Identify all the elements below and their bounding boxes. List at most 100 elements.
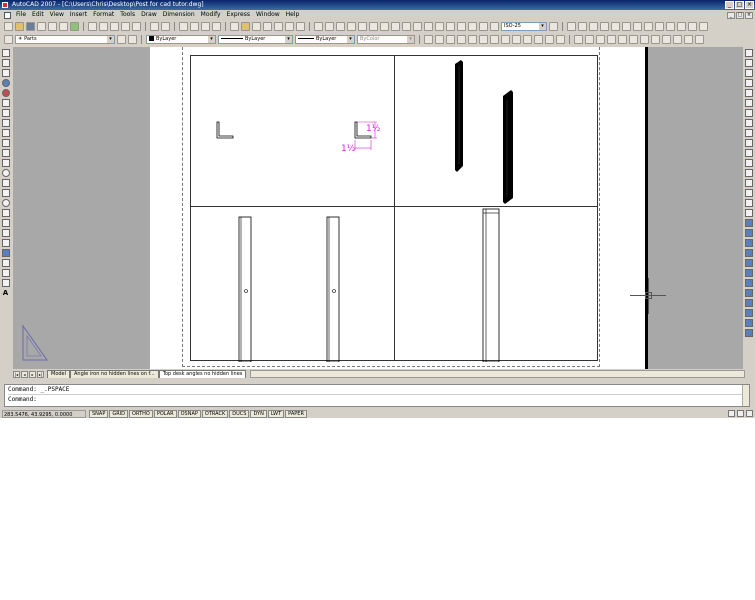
tolerance-icon[interactable] xyxy=(446,21,455,31)
sphere-icon[interactable] xyxy=(1,79,10,87)
grid-toggle[interactable]: GRID xyxy=(109,409,129,418)
previous-tab-icon[interactable]: ◂ xyxy=(21,371,28,378)
move-icon[interactable] xyxy=(745,99,753,107)
undo-icon[interactable] xyxy=(150,21,159,31)
revolve-icon[interactable] xyxy=(745,229,753,237)
free-orbit-icon[interactable] xyxy=(435,34,444,44)
nw-iso-view-icon[interactable] xyxy=(556,34,565,44)
render-icon[interactable] xyxy=(640,34,649,44)
right-view-icon[interactable] xyxy=(490,34,499,44)
3d-orbit-icon[interactable] xyxy=(424,34,433,44)
3d-wireframe-icon[interactable] xyxy=(585,34,594,44)
pan-icon[interactable] xyxy=(179,21,188,31)
walk-icon[interactable] xyxy=(673,34,682,44)
ordinate-dimension-icon[interactable] xyxy=(347,21,356,31)
lwt-toggle[interactable]: LWT xyxy=(267,409,285,418)
view-ucs-icon[interactable] xyxy=(622,21,631,31)
viewport-top-left[interactable]: 1½ 1½ xyxy=(190,55,395,207)
se-iso-view-icon[interactable] xyxy=(534,34,543,44)
trim-icon[interactable] xyxy=(745,139,753,147)
baseline-dimension-icon[interactable] xyxy=(413,21,422,31)
dimension-text-edit-icon[interactable] xyxy=(479,21,488,31)
zoom-window-icon[interactable] xyxy=(201,21,210,31)
ucs-previous-icon[interactable] xyxy=(578,21,587,31)
face-ucs-icon[interactable] xyxy=(611,21,620,31)
3point-ucs-icon[interactable] xyxy=(655,21,664,31)
2d-wireframe-icon[interactable] xyxy=(574,34,583,44)
quickcalc-icon[interactable] xyxy=(285,21,294,31)
snap-toggle[interactable]: SNAP xyxy=(89,409,109,418)
menu-insert[interactable]: Insert xyxy=(67,10,90,20)
block-editor-icon[interactable] xyxy=(132,21,141,31)
tool-palettes-icon[interactable] xyxy=(252,21,261,31)
hatch-icon[interactable] xyxy=(1,249,10,257)
doc-minimize-icon[interactable]: _ xyxy=(727,11,735,19)
zoom-realtime-icon[interactable] xyxy=(190,21,199,31)
close-icon[interactable]: × xyxy=(745,1,754,9)
spline-icon[interactable] xyxy=(1,189,10,197)
horizontal-scrollbar[interactable] xyxy=(250,370,745,378)
tab-top-desk-angles[interactable]: Top desk angles no hidden lines xyxy=(158,370,247,378)
rectangle-icon[interactable] xyxy=(1,149,10,157)
dimension-style-icon[interactable] xyxy=(549,21,558,31)
quick-dimension-icon[interactable] xyxy=(402,21,411,31)
materials-icon[interactable] xyxy=(651,34,660,44)
new-icon[interactable] xyxy=(4,21,13,31)
continue-dimension-icon[interactable] xyxy=(424,21,433,31)
erase-icon[interactable] xyxy=(745,49,753,57)
array-icon[interactable] xyxy=(745,89,753,97)
menu-view[interactable]: View xyxy=(47,10,67,20)
doc-close-icon[interactable]: × xyxy=(745,11,753,19)
dimstyle-select[interactable]: ISO-25 ▾ xyxy=(501,21,547,31)
back-view-icon[interactable] xyxy=(512,34,521,44)
plot-preview-icon[interactable] xyxy=(48,21,57,31)
document-icon[interactable] xyxy=(4,11,11,19)
x-rotate-ucs-icon[interactable] xyxy=(666,21,675,31)
intersect-icon[interactable] xyxy=(745,279,753,287)
copy-icon[interactable] xyxy=(99,21,108,31)
polyline-icon[interactable] xyxy=(1,129,10,137)
layer-manager-icon[interactable] xyxy=(4,34,13,44)
viewport-bottom-right[interactable] xyxy=(394,206,598,363)
center-mark-icon[interactable] xyxy=(457,21,466,31)
object-ucs-icon[interactable] xyxy=(600,21,609,31)
world-ucs-icon[interactable] xyxy=(589,21,598,31)
slice-icon[interactable] xyxy=(745,289,753,297)
menu-express[interactable]: Express xyxy=(224,10,253,20)
coordinate-display[interactable]: 283.5476, 43.9295, 0.0000 xyxy=(2,409,86,418)
doc-restore-icon[interactable]: □ xyxy=(736,11,744,19)
plot-icon[interactable] xyxy=(37,21,46,31)
viewport-bottom-left[interactable] xyxy=(190,206,395,363)
open-icon[interactable] xyxy=(15,21,24,31)
helix-icon[interactable] xyxy=(745,329,753,337)
polygon-icon[interactable] xyxy=(1,139,10,147)
subtract-icon[interactable] xyxy=(745,269,753,277)
insert-block-icon[interactable] xyxy=(1,219,10,227)
properties-icon[interactable] xyxy=(230,21,239,31)
sheet-set-manager-icon[interactable] xyxy=(263,21,272,31)
line-icon[interactable] xyxy=(1,109,10,117)
y-rotate-ucs-icon[interactable] xyxy=(677,21,686,31)
ne-iso-view-icon[interactable] xyxy=(545,34,554,44)
sweep-icon[interactable] xyxy=(745,239,753,247)
apply-ucs-icon[interactable] xyxy=(699,21,708,31)
dimension-update-icon[interactable] xyxy=(490,21,499,31)
markup-set-manager-icon[interactable] xyxy=(274,21,283,31)
ucs-icon[interactable] xyxy=(567,21,576,31)
box-icon[interactable] xyxy=(1,49,10,57)
lights-icon[interactable] xyxy=(662,34,671,44)
diameter-dimension-icon[interactable] xyxy=(380,21,389,31)
join-icon[interactable] xyxy=(745,179,753,187)
bottom-view-icon[interactable] xyxy=(468,34,477,44)
layer-previous-icon[interactable] xyxy=(128,34,137,44)
circle-icon[interactable] xyxy=(1,169,10,177)
chamfer-icon[interactable] xyxy=(745,189,753,197)
union-icon[interactable] xyxy=(745,259,753,267)
loft-icon[interactable] xyxy=(745,249,753,257)
z-rotate-ucs-icon[interactable] xyxy=(688,21,697,31)
scale-icon[interactable] xyxy=(745,119,753,127)
paper-toggle[interactable]: PAPER xyxy=(285,409,307,418)
wedge-icon[interactable] xyxy=(1,59,10,67)
sw-iso-view-icon[interactable] xyxy=(523,34,532,44)
tab-model[interactable]: Model xyxy=(47,370,71,378)
